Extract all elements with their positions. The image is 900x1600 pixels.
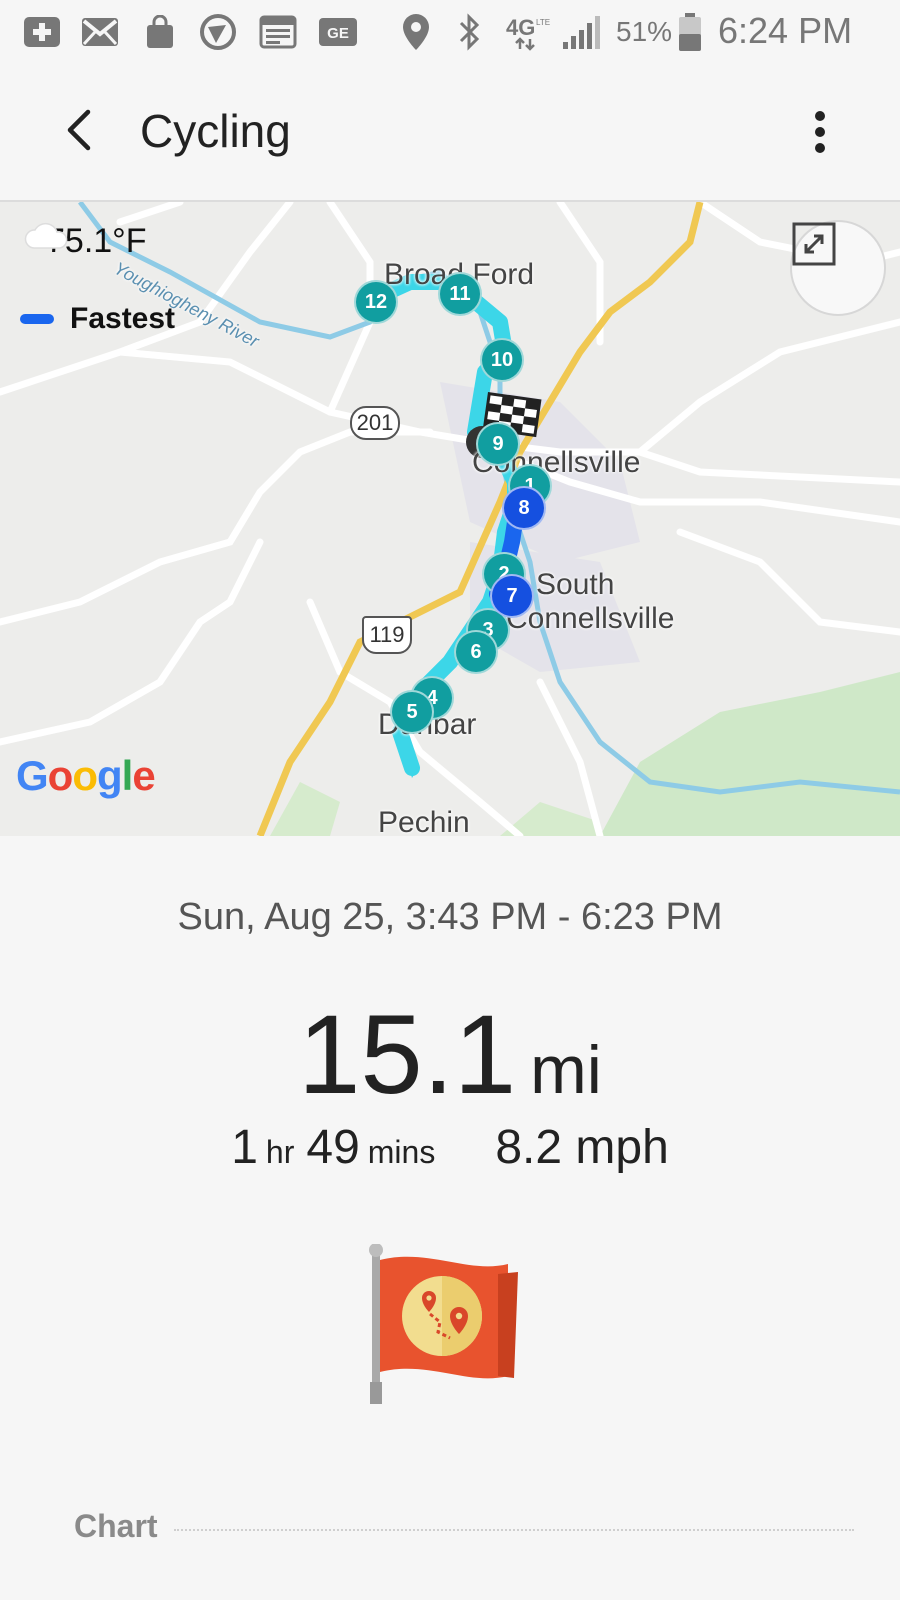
google-logo: Google bbox=[16, 752, 156, 799]
expand-map-button[interactable] bbox=[790, 220, 886, 316]
workout-stats: 1 hr 49 mins 8.2 mph bbox=[0, 1120, 900, 1175]
route-marker-6[interactable]: 6 bbox=[454, 630, 498, 674]
chart-section-header: Chart bbox=[74, 1508, 854, 1545]
add-box-icon bbox=[22, 14, 62, 50]
duration-hours: 1 bbox=[231, 1121, 258, 1174]
weather-overlay: 75.1°F bbox=[24, 222, 147, 261]
place-label-pechin: Pechin bbox=[378, 806, 470, 836]
mail-icon bbox=[80, 14, 120, 50]
route-map[interactable]: Broad Ford Connellsville South Connellsv… bbox=[0, 202, 900, 836]
map-legend: Fastest bbox=[20, 302, 175, 336]
battery-percent: 51% bbox=[616, 16, 673, 47]
calendar-icon bbox=[258, 14, 298, 50]
route-marker-5[interactable]: 5 bbox=[390, 690, 434, 734]
shopping-bag-icon bbox=[142, 14, 178, 50]
road-shield-119: 119 bbox=[362, 616, 412, 654]
duration-minutes-unit: mins bbox=[367, 1134, 436, 1170]
status-bar: GE 4G LTE 51% 6:24 PM bbox=[0, 0, 900, 64]
route-marker-11[interactable]: 11 bbox=[438, 272, 482, 316]
lte-icon: 4G LTE bbox=[506, 14, 552, 51]
svg-text:LTE: LTE bbox=[536, 18, 550, 27]
svg-text:GE: GE bbox=[327, 25, 349, 42]
legend-swatch bbox=[20, 314, 54, 324]
distance-unit: mi bbox=[530, 1032, 602, 1108]
battery-icon bbox=[676, 13, 704, 51]
page-title: Cycling bbox=[140, 105, 291, 157]
signal-icon bbox=[560, 14, 604, 50]
distance-display: 15.1 mi bbox=[0, 990, 900, 1119]
section-divider bbox=[173, 1528, 854, 1531]
route-marker-10[interactable]: 10 bbox=[480, 338, 524, 382]
route-marker-9[interactable]: 9 bbox=[476, 422, 520, 466]
gift-card-icon: GE bbox=[316, 14, 360, 50]
chart-section-label: Chart bbox=[74, 1508, 158, 1544]
app-bar: Cycling bbox=[0, 64, 900, 202]
location-icon bbox=[398, 14, 434, 50]
route-marker-7[interactable]: 7 bbox=[490, 574, 534, 618]
distance-value: 15.1 bbox=[298, 992, 517, 1117]
duration-hours-unit: hr bbox=[265, 1134, 295, 1170]
back-arrow-icon[interactable] bbox=[56, 102, 104, 158]
place-label-south: South bbox=[536, 568, 615, 601]
more-vert-icon[interactable] bbox=[800, 104, 840, 160]
svg-text:4G: 4G bbox=[506, 15, 535, 40]
duration-minutes: 49 bbox=[306, 1121, 360, 1174]
average-speed: 8.2 mph bbox=[495, 1121, 669, 1174]
speed-icon bbox=[196, 14, 240, 50]
workout-date-range: Sun, Aug 25, 3:43 PM - 6:23 PM bbox=[177, 896, 723, 938]
route-flag-icon bbox=[368, 1243, 528, 1408]
bluetooth-icon bbox=[454, 13, 486, 51]
road-shield-201: 201 bbox=[350, 406, 400, 440]
legend-label: Fastest bbox=[70, 302, 176, 335]
status-time: 6:24 PM bbox=[718, 10, 853, 51]
route-marker-12[interactable]: 12 bbox=[354, 280, 398, 324]
place-label-south-connellsville: Connellsville bbox=[506, 602, 675, 635]
route-marker-8[interactable]: 8 bbox=[502, 486, 546, 530]
